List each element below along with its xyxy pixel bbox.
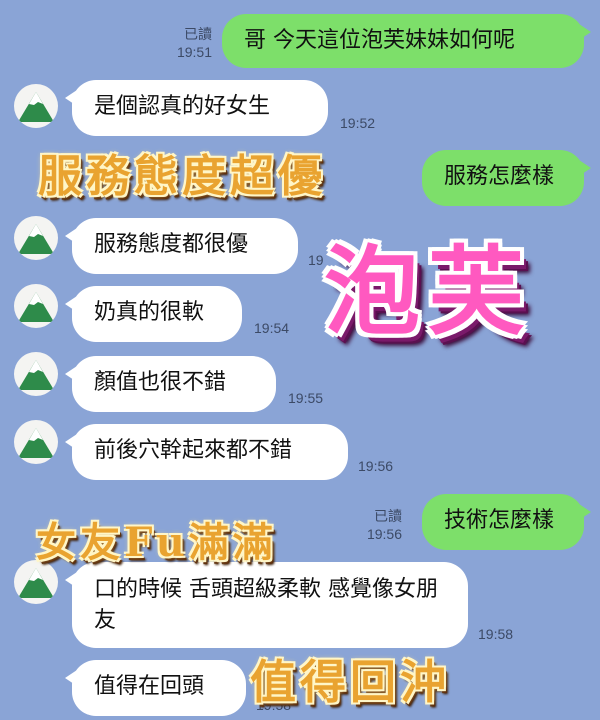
incoming-message-bubble[interactable]: 顏值也很不錯 (65, 356, 276, 412)
message-time: 19:54 (254, 320, 290, 336)
incoming-message-bubble[interactable]: 服務態度都很優 (65, 218, 298, 274)
message-time: 19:58 (478, 626, 514, 642)
message-time: 19:55 (288, 390, 324, 406)
incoming-message-bubble[interactable]: 奶真的很軟 (65, 286, 242, 342)
message-time: 19 (308, 252, 324, 268)
avatar[interactable] (14, 84, 58, 128)
message-time: 19:52 (340, 115, 376, 131)
incoming-message-bubble[interactable]: 值得在回頭 (65, 660, 246, 716)
outgoing-message-bubble[interactable]: 服務怎麼樣 (422, 150, 591, 206)
incoming-message-bubble[interactable]: 口的時候 舌頭超級柔軟 感覺像女朋友 (65, 562, 468, 648)
avatar[interactable] (14, 352, 58, 396)
outgoing-message-bubble[interactable]: 哥 今天這位泡芙妹妹如何呢 (222, 14, 591, 68)
mountain-icon (18, 292, 54, 322)
avatar[interactable] (14, 216, 58, 260)
avatar[interactable] (14, 420, 58, 464)
mountain-icon (18, 428, 54, 458)
overlay-service-text: 服務態度超優 (38, 151, 326, 202)
incoming-message-bubble[interactable]: 前後穴幹起來都不錯 (65, 424, 348, 480)
chat-area: 已讀 19:51 哥 今天這位泡芙妹妹如何呢 是個認真的好女生 19:52 服務… (0, 0, 600, 720)
read-receipt: 已讀 (374, 508, 402, 524)
mountain-icon (18, 92, 54, 122)
outgoing-message-bubble[interactable]: 技術怎麼樣 (422, 494, 591, 550)
incoming-message-bubble[interactable]: 是個認真的好女生 (65, 80, 328, 136)
message-time: 19:56 (358, 458, 394, 474)
overlay-name-text: 泡芙 (324, 236, 532, 348)
read-receipt: 已讀 (184, 26, 212, 42)
mountain-icon (18, 360, 54, 390)
message-time: 19:56 (366, 526, 402, 542)
avatar[interactable] (14, 284, 58, 328)
mountain-icon (18, 224, 54, 254)
overlay-revisit-text: 值得回沖 (250, 655, 450, 709)
overlay-girlfriend-text: 女友Fu滿滿 (36, 519, 277, 566)
message-time: 19:51 (176, 44, 212, 60)
